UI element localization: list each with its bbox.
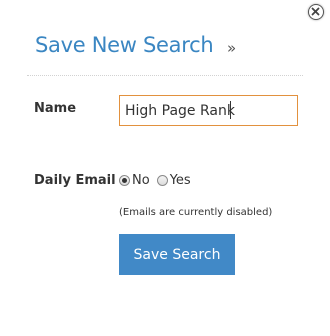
email-disabled-note: (Emails are currently disabled) (119, 207, 273, 218)
text-caret (230, 101, 231, 119)
daily-email-option-yes[interactable]: Yes (156, 173, 191, 188)
title-divider (27, 75, 303, 76)
daily-email-radio-group: No Yes (119, 173, 191, 188)
name-label: Name (34, 101, 77, 116)
close-button[interactable] (308, 4, 324, 20)
daily-email-label: Daily Email (34, 173, 116, 188)
save-search-dialog: Save New Search » Name Daily Email No Ye… (0, 0, 330, 336)
radio-no[interactable] (119, 175, 130, 186)
search-name-input[interactable] (119, 95, 298, 126)
radio-yes[interactable] (156, 175, 168, 186)
radio-yes-label: Yes (169, 173, 191, 188)
save-search-button[interactable]: Save Search (119, 234, 235, 275)
double-chevron-right-icon: » (227, 39, 237, 57)
close-icon (311, 7, 320, 16)
radio-no-label: No (132, 173, 150, 188)
daily-email-option-no[interactable]: No (119, 173, 150, 188)
dialog-title: Save New Search (35, 33, 214, 57)
